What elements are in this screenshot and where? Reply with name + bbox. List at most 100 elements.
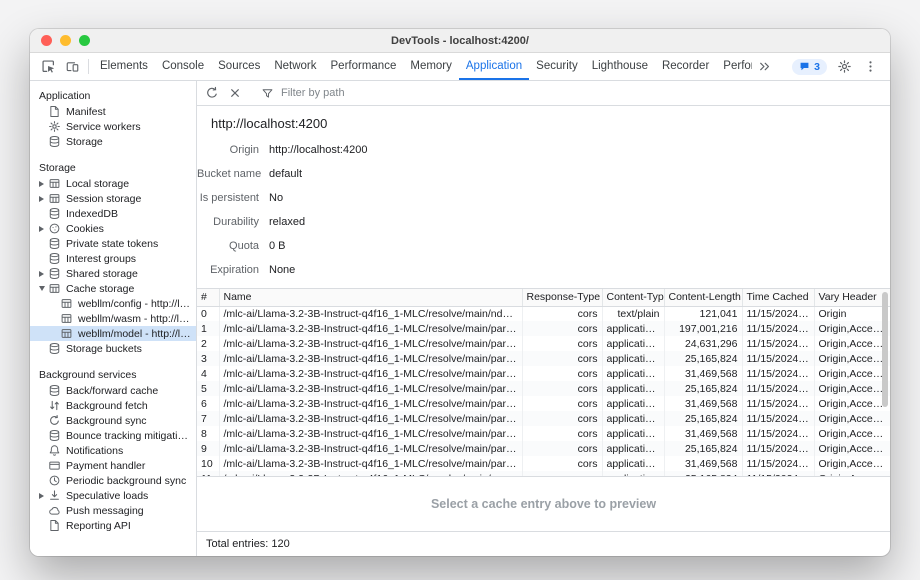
table-icon bbox=[60, 312, 73, 325]
table-icon bbox=[48, 192, 61, 205]
sidebar-item-local-storage[interactable]: Local storage bbox=[30, 176, 196, 191]
device-toolbar-button[interactable] bbox=[60, 53, 84, 80]
statusbar: Total entries: 120 bbox=[197, 531, 890, 556]
table-row[interactable]: 7/mlc-ai/Llama-3.2-3B-Instruct-q4f16_1-M… bbox=[197, 411, 890, 426]
refresh-button[interactable] bbox=[201, 86, 223, 100]
expander-arrow[interactable] bbox=[35, 286, 48, 291]
cell-name: /mlc-ai/Llama-3.2-3B-Instruct-q4f16_1-ML… bbox=[219, 381, 522, 396]
tab-network[interactable]: Network bbox=[267, 53, 323, 80]
column-header-response-type[interactable]: Response-Type bbox=[522, 289, 602, 306]
column-header-name[interactable]: Name bbox=[219, 289, 522, 306]
sidebar-item-bounce-tracking-mitigations[interactable]: Bounce tracking mitigations bbox=[30, 428, 196, 443]
cell-name: /mlc-ai/Llama-3.2-3B-Instruct-q4f16_1-ML… bbox=[219, 366, 522, 381]
cache-metadata: Originhttp://localhost:4200Bucket namede… bbox=[197, 133, 890, 288]
expander-arrow[interactable] bbox=[35, 493, 48, 499]
table-row[interactable]: 6/mlc-ai/Llama-3.2-3B-Instruct-q4f16_1-M… bbox=[197, 396, 890, 411]
tab-recorder[interactable]: Recorder bbox=[655, 53, 716, 80]
sidebar-item-cache-storage[interactable]: Cache storage bbox=[30, 281, 196, 296]
database-icon bbox=[48, 429, 61, 442]
inspect-element-button[interactable] bbox=[36, 53, 60, 80]
metadata-label: Quota bbox=[197, 240, 259, 252]
sidebar-item-session-storage[interactable]: Session storage bbox=[30, 191, 196, 206]
sidebar-item-speculative-loads[interactable]: Speculative loads bbox=[30, 488, 196, 503]
table-row[interactable]: 3/mlc-ai/Llama-3.2-3B-Instruct-q4f16_1-M… bbox=[197, 351, 890, 366]
table-row[interactable]: 2/mlc-ai/Llama-3.2-3B-Instruct-q4f16_1-M… bbox=[197, 336, 890, 351]
tab-sources[interactable]: Sources bbox=[211, 53, 267, 80]
metadata-value: 0 B bbox=[269, 240, 286, 252]
table-row[interactable]: 8/mlc-ai/Llama-3.2-3B-Instruct-q4f16_1-M… bbox=[197, 426, 890, 441]
gear-icon bbox=[837, 59, 852, 74]
close-window-button[interactable] bbox=[41, 35, 52, 46]
tab-elements[interactable]: Elements bbox=[93, 53, 155, 80]
filter-icon bbox=[261, 87, 274, 100]
database-icon bbox=[48, 237, 61, 250]
tab-label: Security bbox=[536, 60, 578, 72]
settings-button[interactable] bbox=[832, 59, 856, 74]
tab-lighthouse[interactable]: Lighthouse bbox=[585, 53, 655, 80]
sidebar-item-interest-groups[interactable]: Interest groups bbox=[30, 251, 196, 266]
expander-arrow[interactable] bbox=[35, 181, 48, 187]
delete-selected-button[interactable] bbox=[224, 86, 246, 100]
more-panels-button[interactable] bbox=[752, 59, 776, 74]
sidebar-item-payment-handler[interactable]: Payment handler bbox=[30, 458, 196, 473]
console-messages-count: 3 bbox=[814, 61, 820, 73]
column-header-[interactable]: # bbox=[197, 289, 219, 306]
sidebar-item-label: Payment handler bbox=[66, 460, 149, 472]
sidebar-item-private-state-tokens[interactable]: Private state tokens bbox=[30, 236, 196, 251]
sidebar-item-shared-storage[interactable]: Shared storage bbox=[30, 266, 196, 281]
devices-icon bbox=[65, 59, 80, 74]
cell-content-type: application/oc... bbox=[602, 351, 664, 366]
sidebar-item-webllm-wasm-http-loca[interactable]: webllm/wasm - http://loca... bbox=[30, 311, 196, 326]
column-header-vary-header[interactable]: Vary Header bbox=[814, 289, 890, 306]
sidebar-item-storage-buckets[interactable]: Storage buckets bbox=[30, 341, 196, 356]
sidebar-item-service-workers[interactable]: Service workers bbox=[30, 119, 196, 134]
tab-application[interactable]: Application bbox=[459, 53, 529, 80]
sidebar-item-reporting-api[interactable]: Reporting API bbox=[30, 518, 196, 533]
console-messages-badge[interactable]: 3 bbox=[792, 59, 827, 75]
sidebar-item-push-messaging[interactable]: Push messaging bbox=[30, 503, 196, 518]
table-row[interactable]: 4/mlc-ai/Llama-3.2-3B-Instruct-q4f16_1-M… bbox=[197, 366, 890, 381]
table-row[interactable]: 9/mlc-ai/Llama-3.2-3B-Instruct-q4f16_1-M… bbox=[197, 441, 890, 456]
sidebar-item-notifications[interactable]: Notifications bbox=[30, 443, 196, 458]
sidebar-item-periodic-background-sync[interactable]: Periodic background sync bbox=[30, 473, 196, 488]
sidebar-item-cookies[interactable]: Cookies bbox=[30, 221, 196, 236]
devtools-tabbar: ElementsConsoleSourcesNetworkPerformance… bbox=[30, 53, 890, 81]
cell-content-length: 25,165,824 bbox=[664, 441, 742, 456]
sidebar-item-background-sync[interactable]: Background sync bbox=[30, 413, 196, 428]
sidebar-item-storage[interactable]: Storage bbox=[30, 134, 196, 149]
table-row[interactable]: 5/mlc-ai/Llama-3.2-3B-Instruct-q4f16_1-M… bbox=[197, 381, 890, 396]
sidebar-item-webllm-config-http-loc[interactable]: webllm/config - http://loc... bbox=[30, 296, 196, 311]
tab-memory[interactable]: Memory bbox=[403, 53, 459, 80]
database-icon bbox=[48, 207, 61, 220]
sidebar-item-webllm-model-http-loc[interactable]: webllm/model - http://loc... bbox=[30, 326, 196, 341]
tab-performance-insights[interactable]: Performance insights bbox=[716, 53, 752, 80]
menu-button[interactable] bbox=[858, 59, 882, 74]
tab-performance[interactable]: Performance bbox=[324, 53, 404, 80]
column-header-content-type[interactable]: Content-Type bbox=[602, 289, 664, 306]
filter-input[interactable] bbox=[279, 86, 886, 100]
column-header-time-cached[interactable]: Time Cached bbox=[742, 289, 814, 306]
cell-vary-header: Origin,Access... bbox=[814, 426, 890, 441]
zoom-window-button[interactable] bbox=[79, 35, 90, 46]
sidebar-item-background-fetch[interactable]: Background fetch bbox=[30, 398, 196, 413]
expander-arrow[interactable] bbox=[35, 271, 48, 277]
table-row[interactable]: 1/mlc-ai/Llama-3.2-3B-Instruct-q4f16_1-M… bbox=[197, 321, 890, 336]
tab-label: Elements bbox=[100, 60, 148, 72]
sidebar-item-back-forward-cache[interactable]: Back/forward cache bbox=[30, 383, 196, 398]
table-row[interactable]: 11/mlc-ai/Llama-3.2-3B-Instruct-q4f16_1-… bbox=[197, 471, 890, 476]
tab-label: Console bbox=[162, 60, 204, 72]
column-header-content-length[interactable]: Content-Length bbox=[664, 289, 742, 306]
minimize-window-button[interactable] bbox=[60, 35, 71, 46]
tab-security[interactable]: Security bbox=[529, 53, 585, 80]
table-row[interactable]: 10/mlc-ai/Llama-3.2-3B-Instruct-q4f16_1-… bbox=[197, 456, 890, 471]
sidebar-item-manifest[interactable]: Manifest bbox=[30, 104, 196, 119]
sidebar-item-indexeddb[interactable]: IndexedDB bbox=[30, 206, 196, 221]
tab-console[interactable]: Console bbox=[155, 53, 211, 80]
table-scrollbar[interactable] bbox=[882, 292, 888, 407]
table-row[interactable]: 0/mlc-ai/Llama-3.2-3B-Instruct-q4f16_1-M… bbox=[197, 306, 890, 321]
sidebar-item-label: webllm/wasm - http://loca... bbox=[78, 313, 196, 325]
expander-arrow[interactable] bbox=[35, 226, 48, 232]
metadata-value: http://localhost:4200 bbox=[269, 144, 367, 156]
expander-arrow[interactable] bbox=[35, 196, 48, 202]
filter-field[interactable] bbox=[261, 86, 886, 100]
